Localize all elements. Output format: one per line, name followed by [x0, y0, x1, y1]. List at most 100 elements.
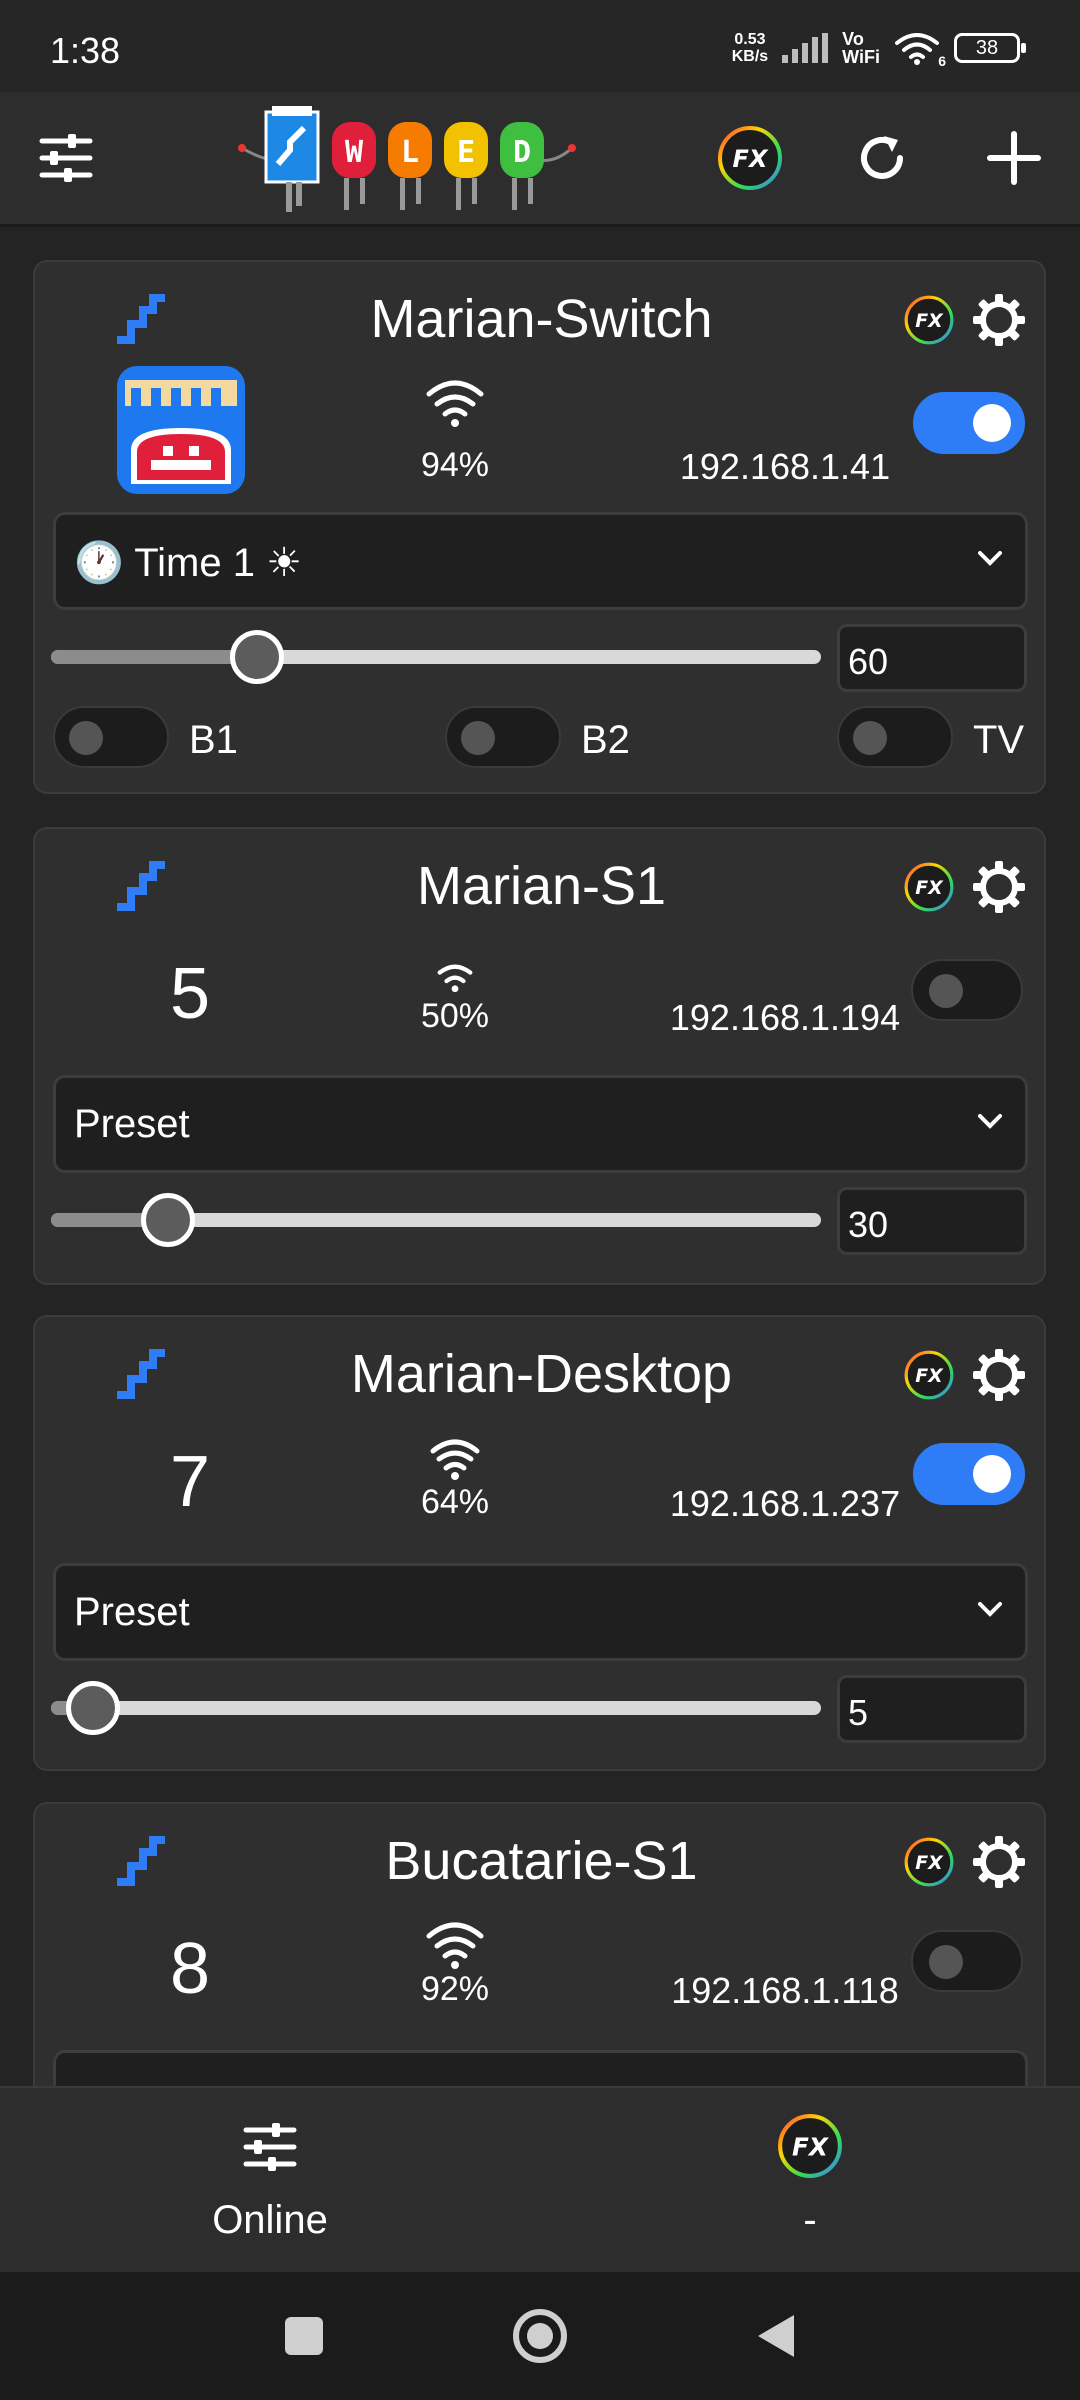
power-toggle[interactable] — [911, 959, 1023, 1021]
preset-select[interactable]: 🕐 Time 1 ☀ — [53, 512, 1028, 610]
svg-text:L: L — [401, 135, 419, 170]
switch-toggle-b2[interactable] — [445, 706, 561, 768]
nav-online[interactable]: Online — [0, 2088, 540, 2274]
chevron-down-icon — [978, 551, 1002, 566]
gear-icon[interactable] — [971, 1834, 1027, 1890]
status-bar: 1:38 0.53 KB/s Vo WiFi 6 38 — [0, 0, 1080, 92]
fx-icon[interactable]: FX — [903, 861, 955, 913]
device-name[interactable]: Marian-Switch — [35, 288, 1048, 350]
svg-text:FX: FX — [915, 877, 944, 899]
power-toggle[interactable] — [913, 392, 1025, 454]
wifi-badge: 6 — [938, 53, 946, 69]
refresh-icon[interactable] — [844, 120, 920, 196]
device-card[interactable]: Marian-Desktop FX 7 64% 192.168.1.237 Pr… — [33, 1315, 1046, 1771]
nav-fx-label: - — [803, 2198, 817, 2242]
fx-icon[interactable]: FX — [903, 1349, 955, 1401]
nav-fx[interactable]: FX - — [540, 2088, 1080, 2274]
select-value: Preset — [74, 1102, 190, 1146]
device-name[interactable]: Marian-Desktop — [35, 1343, 1048, 1405]
wled-logo: W L E D — [232, 106, 584, 216]
device-name[interactable]: Bucatarie-S1 — [35, 1830, 1048, 1892]
gear-icon[interactable] — [971, 859, 1027, 915]
fx-icon[interactable]: FX — [903, 1836, 955, 1888]
home-button[interactable] — [508, 2304, 572, 2368]
device-number: 8 — [169, 1929, 211, 2009]
brightness-input[interactable]: 5 — [837, 1675, 1027, 1743]
vowifi-top: Vo — [842, 29, 864, 49]
switch-toggle-b1[interactable] — [53, 706, 169, 768]
wifi-status-icon: 6 — [894, 31, 946, 69]
preset-select[interactable] — [53, 2050, 1028, 2086]
bottom-nav: Online FX - — [0, 2086, 1080, 2272]
device-list[interactable]: Marian-Switch FX 94% 192.168.1.41 🕐 Time… — [0, 230, 1080, 2086]
device-number: 7 — [169, 1442, 211, 1522]
svg-text:W: W — [345, 135, 364, 170]
brightness-slider[interactable] — [51, 1677, 821, 1737]
fx-icon[interactable]: FX — [903, 294, 955, 346]
device-card[interactable]: Marian-Switch FX 94% 192.168.1.41 🕐 Time… — [33, 260, 1046, 794]
chevron-down-icon — [978, 1602, 1002, 1617]
recents-button[interactable] — [272, 2304, 336, 2368]
sliders-icon — [243, 2123, 297, 2171]
vowifi-indicator: Vo WiFi — [842, 30, 880, 66]
wifi-icon — [426, 380, 484, 427]
ip-address: 192.168.1.237 — [669, 1483, 901, 1524]
brightness-slider[interactable] — [51, 1189, 821, 1249]
brightness-input[interactable]: 30 — [837, 1187, 1027, 1255]
svg-text:FX: FX — [792, 2132, 830, 2161]
power-toggle[interactable] — [911, 1930, 1023, 1992]
slider-thumb[interactable] — [140, 1193, 195, 1247]
switch-label: B1 — [189, 718, 238, 762]
device-card[interactable]: Marian-S1 FX 5 50% 192.168.1.194 Preset … — [33, 827, 1046, 1285]
sliders-icon[interactable] — [28, 120, 104, 196]
fx-icon: FX — [778, 2114, 842, 2178]
vowifi-bottom: WiFi — [842, 47, 880, 67]
switch-toggle-tv[interactable] — [837, 706, 953, 768]
status-icons: 0.53 KB/s Vo WiFi 6 38 — [732, 30, 1026, 69]
rssi-value: 94% — [420, 446, 490, 484]
slider-thumb[interactable] — [65, 1681, 120, 1735]
status-time: 1:38 — [50, 30, 121, 71]
wifi-icon — [437, 964, 473, 993]
svg-text:FX: FX — [733, 145, 769, 173]
brightness-input[interactable]: 60 — [837, 624, 1027, 692]
device-card[interactable]: Bucatarie-S1 FX 8 92% 192.168.1.118 — [33, 1802, 1046, 2086]
rssi-value: 64% — [420, 1483, 490, 1521]
preset-select[interactable]: Preset — [53, 1563, 1028, 1661]
chevron-down-icon — [978, 1114, 1002, 1129]
net-speed-unit: KB/s — [731, 48, 769, 65]
gear-icon[interactable] — [971, 1347, 1027, 1403]
cell-signal-icon — [782, 33, 829, 63]
ip-address: 192.168.1.118 — [671, 1970, 899, 2011]
switch-label: TV — [973, 718, 1025, 762]
battery-icon: 38 — [954, 33, 1026, 63]
slider-thumb[interactable] — [230, 630, 284, 684]
device-app-icon — [117, 366, 245, 494]
svg-text:FX: FX — [915, 1852, 944, 1874]
fx-icon[interactable]: FX — [712, 120, 788, 196]
preset-select[interactable]: Preset — [53, 1075, 1028, 1173]
app-root: 1:38 0.53 KB/s Vo WiFi 6 38 W L E D FX M… — [0, 0, 1080, 2400]
ip-address: 192.168.1.194 — [669, 997, 901, 1038]
svg-text:E: E — [457, 135, 475, 170]
device-number: 5 — [169, 954, 211, 1034]
add-icon[interactable] — [976, 120, 1052, 196]
power-toggle[interactable] — [913, 1443, 1025, 1505]
switch-label: B2 — [581, 718, 630, 762]
rssi-value: 50% — [420, 997, 490, 1035]
net-speed-value: 0.53 — [734, 31, 766, 48]
gear-icon[interactable] — [971, 292, 1027, 348]
wifi-icon — [426, 1922, 484, 1969]
select-value: Preset — [74, 1590, 190, 1634]
device-name[interactable]: Marian-S1 — [35, 855, 1048, 917]
net-speed: 0.53 KB/s — [732, 31, 768, 65]
back-button[interactable] — [744, 2304, 808, 2368]
rssi-value: 92% — [420, 1970, 490, 2008]
ip-address: 192.168.1.41 — [679, 446, 891, 487]
select-value: 🕐 Time 1 ☀ — [74, 541, 302, 585]
svg-text:FX: FX — [915, 310, 944, 332]
brightness-slider[interactable] — [51, 626, 821, 686]
system-nav-bar — [0, 2272, 1080, 2400]
svg-text:D: D — [513, 135, 531, 170]
app-header: W L E D FX — [0, 92, 1080, 227]
